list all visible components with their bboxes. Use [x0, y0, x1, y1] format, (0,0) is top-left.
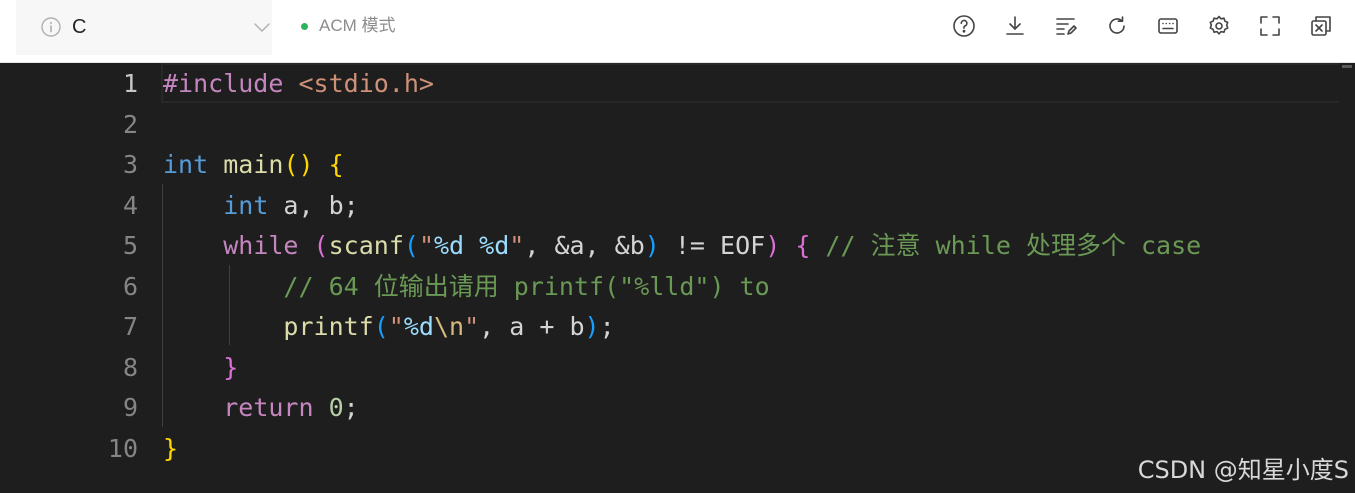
watermark: CSDN @知星小度S	[1137, 456, 1349, 484]
code-line[interactable]: int a, b;	[163, 186, 359, 227]
help-icon[interactable]	[951, 13, 977, 39]
code-token: while	[223, 231, 299, 260]
line-number: 4	[122, 190, 138, 220]
code-token: %d	[434, 231, 465, 260]
code-token: "	[464, 312, 480, 341]
chevron-down-icon	[252, 17, 272, 37]
language-value: C	[72, 16, 87, 38]
line-number: 7	[122, 312, 138, 341]
line-number: 10	[107, 433, 138, 463]
code-token: \n	[433, 312, 465, 341]
scrollbar-thumb[interactable]	[1342, 65, 1352, 68]
code-token: #include	[163, 69, 284, 98]
code-token: <stdio.h>	[298, 69, 434, 98]
code-token: )	[765, 231, 781, 260]
code-token: != EOF	[659, 231, 766, 260]
line-number: 8	[122, 352, 138, 382]
code-editor[interactable]: 1 2 3 4 5 6 7 8 9 10 #include <stdio.h> int main()…	[0, 63, 1355, 493]
code-token: (	[313, 231, 329, 260]
mode-status-dot	[301, 23, 308, 30]
code-token: }	[163, 433, 179, 463]
line-number: 9	[122, 393, 138, 422]
code-token: "	[388, 312, 404, 341]
download-icon[interactable]	[1002, 13, 1028, 39]
code-token: ()	[283, 150, 314, 179]
code-line[interactable]: while (scanf("%d %d", &a, &b) != EOF) { …	[163, 226, 1201, 267]
code-token: }	[223, 352, 239, 382]
reset-icon[interactable]	[1104, 13, 1130, 39]
code-token: scanf	[328, 231, 404, 260]
code-line[interactable]: return 0;	[163, 388, 359, 429]
code-line[interactable]: }	[163, 429, 178, 470]
code-token: return	[223, 393, 314, 422]
close-panel-icon[interactable]	[1308, 13, 1334, 39]
code-token: )	[584, 312, 600, 341]
code-token: %d	[403, 312, 434, 341]
code-line[interactable]: printf("%d\n", a + b);	[163, 307, 615, 348]
line-number: 5	[122, 231, 138, 260]
code-token: "	[509, 231, 525, 260]
code-token: )	[644, 231, 660, 260]
code-token: (	[373, 312, 389, 341]
info-icon[interactable]	[40, 16, 62, 38]
code-token: // 注意 while 处理多个 case	[810, 231, 1202, 260]
line-number: 3	[122, 150, 138, 179]
code-token: // 64 位输出请用 printf("%lld") to	[283, 271, 770, 301]
code-token: , a + b	[479, 312, 585, 341]
code-token: printf	[283, 312, 374, 341]
code-token: 0	[328, 393, 344, 422]
code-token: "	[418, 231, 434, 260]
code-token: int	[163, 150, 209, 179]
language-select[interactable]: C	[16, 0, 272, 55]
line-number: 6	[122, 271, 138, 301]
code-token: a, b;	[268, 190, 359, 220]
code-token: {	[795, 231, 811, 260]
line-number: 2	[122, 109, 138, 139]
editor-toolbar: C ACM 模式	[0, 0, 1355, 63]
vertical-scrollbar[interactable]	[1339, 63, 1355, 493]
code-token: int	[223, 190, 269, 220]
code-token: main	[223, 150, 284, 179]
line-number: 1	[122, 69, 138, 98]
code-line[interactable]: // 64 位输出请用 printf("%lld") to	[163, 267, 770, 308]
keyboard-icon[interactable]	[1155, 13, 1181, 39]
settings-icon[interactable]	[1206, 13, 1232, 39]
code-line[interactable]: int main() {	[163, 145, 344, 186]
code-line[interactable]: #include <stdio.h>	[163, 64, 434, 105]
code-token: ;	[599, 312, 615, 341]
fullscreen-icon[interactable]	[1257, 13, 1283, 39]
format-icon[interactable]	[1053, 13, 1079, 39]
code-token: ;	[343, 393, 359, 422]
code-token: {	[328, 150, 344, 179]
code-token: %d	[479, 231, 510, 260]
code-line[interactable]: }	[163, 348, 238, 389]
mode-label[interactable]: ACM 模式	[319, 15, 396, 37]
code-token: , &a, &b	[524, 231, 645, 260]
code-token: (	[403, 231, 419, 260]
